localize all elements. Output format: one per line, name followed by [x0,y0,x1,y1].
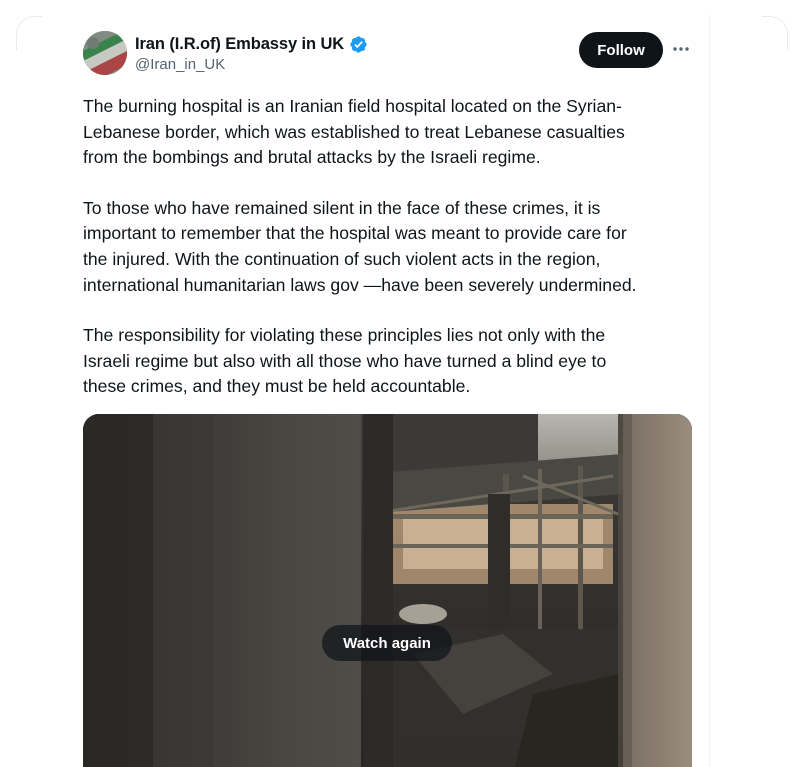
tweet-paragraph: The responsibility for violating these p… [83,323,695,400]
card-corner-left [16,16,42,50]
tweet-page: Iran (I.R.of) Embassy in UK @Iran_in_UK … [0,0,800,767]
tweet-line: important to remember that the hospital … [83,223,627,244]
verified-badge-icon [350,35,367,53]
author-name-row[interactable]: Iran (I.R.of) Embassy in UK [135,33,368,55]
tweet-line: The responsibility for violating these p… [83,325,606,346]
tweet-line: Lebanese border, which was established t… [83,121,625,142]
watch-again-button[interactable]: Watch again [322,625,452,661]
tweet-line: international humanitarian laws gov —hav… [83,274,637,295]
video-frame [83,414,692,767]
feed-divider [709,14,710,767]
tweet-paragraph: To those who have remained silent in the… [83,196,695,298]
avatar[interactable] [83,31,127,75]
tweet-line: these crimes, and they must be held acco… [83,376,471,397]
more-horizontal-icon[interactable] [670,38,692,60]
tweet-line: The burning hospital is an Iranian field… [83,96,622,116]
author-handle[interactable]: @Iran_in_UK [135,56,225,73]
tweet-line: To those who have remained silent in the… [83,197,601,218]
tweet-line: from the bombings and brutal attacks by … [83,147,541,168]
video-player[interactable] [83,414,692,767]
tweet-text: The burning hospital is an Iranian field… [83,94,695,425]
avatar-flag-icon [83,31,127,75]
tweet-line: Israeli regime but also with all those w… [83,350,607,371]
card-corner-right [762,16,788,50]
tweet-paragraph: The burning hospital is an Iranian field… [83,94,695,171]
tweet-line: the injured. With the continuation of su… [83,248,601,269]
author-display-name[interactable]: Iran (I.R.of) Embassy in UK [135,35,344,54]
follow-button[interactable]: Follow [579,32,663,68]
